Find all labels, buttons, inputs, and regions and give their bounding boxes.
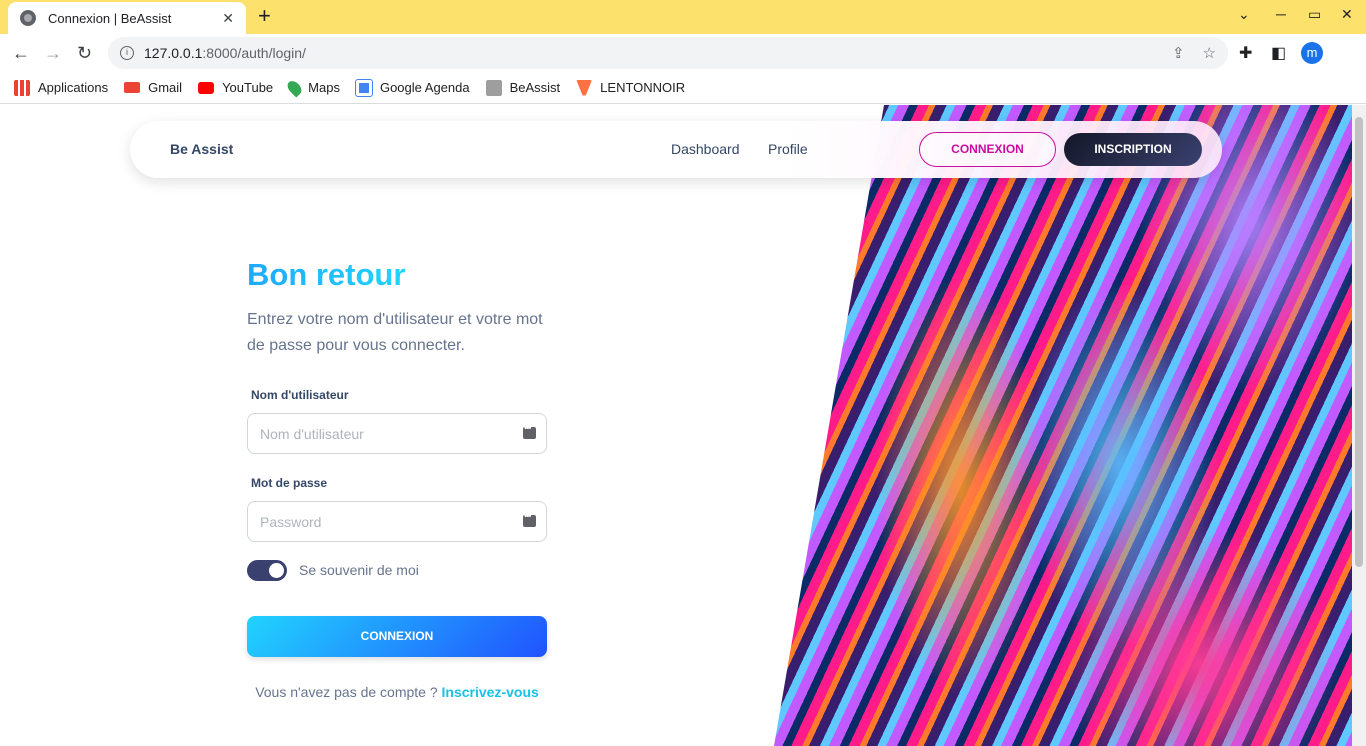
- page-title: Bon retour: [247, 257, 406, 292]
- forward-icon[interactable]: →: [44, 42, 62, 64]
- reload-icon[interactable]: ↻: [77, 42, 92, 64]
- url-text[interactable]: 127.0.0.1:8000/auth/login/: [144, 45, 1154, 61]
- site-navbar: Be Assist Dashboard Profile CONNEXION IN…: [130, 121, 1222, 178]
- apps-grid-icon: [14, 79, 30, 96]
- page-subtitle: Entrez votre nom d'utilisateur et votre …: [247, 311, 543, 354]
- browser-tab[interactable]: Connexion | BeAssist ✕: [8, 2, 246, 34]
- password-placeholder: Password: [260, 513, 322, 530]
- bookmark-applications[interactable]: Applications: [14, 79, 108, 96]
- nav-link-dashboard[interactable]: Dashboard: [671, 141, 740, 157]
- site-info-icon[interactable]: i: [120, 46, 134, 60]
- login-submit-button[interactable]: CONNEXION: [247, 616, 547, 657]
- tab-title: Connexion | BeAssist: [48, 10, 172, 26]
- maximize-button[interactable]: ▭: [1308, 6, 1321, 23]
- browser-toolbar: ← → ↻ i 127.0.0.1:8000/auth/login/ ⇪ ☆ ✚…: [0, 34, 1366, 72]
- calendar-icon: [354, 78, 373, 97]
- brand-logo[interactable]: Be Assist: [170, 141, 233, 157]
- share-icon[interactable]: ⇪: [1172, 44, 1185, 62]
- toggle-knob: [269, 563, 284, 578]
- signup-text: Vous n'avez pas de compte ?: [255, 684, 438, 700]
- maps-pin-icon: [285, 77, 305, 98]
- page-content: Be Assist Dashboard Profile CONNEXION IN…: [0, 105, 1366, 746]
- close-window-button[interactable]: ✕: [1341, 6, 1353, 23]
- connexion-button[interactable]: CONNEXION: [919, 132, 1056, 167]
- nav-link-profile[interactable]: Profile: [768, 141, 808, 157]
- abstract-background-image: [774, 105, 1352, 746]
- back-icon[interactable]: ←: [12, 42, 30, 64]
- page-scrollbar[interactable]: [1352, 105, 1366, 746]
- username-placeholder: Nom d'utilisateur: [260, 425, 364, 442]
- autofill-key-icon[interactable]: [523, 511, 536, 527]
- youtube-icon: [198, 81, 215, 94]
- signup-prompt: Vous n'avez pas de compte ? Inscrivez-vo…: [247, 684, 547, 700]
- tab-strip: Connexion | BeAssist ✕ + ⌄ ─ ▭ ✕: [0, 0, 1366, 34]
- side-panel-icon[interactable]: ◧: [1271, 43, 1286, 63]
- gmail-icon: [124, 82, 141, 93]
- remember-me-label[interactable]: Se souvenir de moi: [299, 562, 419, 578]
- bookmark-beassist[interactable]: BeAssist: [485, 79, 560, 96]
- tab-search-icon[interactable]: ⌄: [1238, 6, 1250, 23]
- beassist-icon: [485, 79, 502, 96]
- funnel-icon: [576, 79, 593, 96]
- signup-link[interactable]: Inscrivez-vous: [442, 684, 539, 700]
- new-tab-button[interactable]: +: [258, 4, 271, 28]
- globe-icon: [20, 10, 36, 26]
- username-input[interactable]: Nom d'utilisateur: [247, 413, 547, 454]
- password-label: Mot de passe: [251, 476, 328, 490]
- bookmark-gmail[interactable]: Gmail: [124, 80, 182, 95]
- bookmarks-bar: Applications Gmail YouTube Maps Google A…: [0, 72, 1366, 104]
- bookmark-youtube[interactable]: YouTube: [198, 80, 273, 95]
- inscription-button[interactable]: INSCRIPTION: [1064, 133, 1202, 166]
- tab-close-icon[interactable]: ✕: [222, 10, 234, 27]
- address-bar[interactable]: i 127.0.0.1:8000/auth/login/ ⇪ ☆: [108, 37, 1228, 69]
- bookmark-maps[interactable]: Maps: [285, 77, 340, 98]
- remember-me-toggle[interactable]: [247, 560, 287, 581]
- autofill-key-icon[interactable]: [523, 423, 536, 439]
- username-label: Nom d'utilisateur: [251, 388, 349, 402]
- minimize-button[interactable]: ─: [1276, 6, 1286, 22]
- bookmark-star-icon[interactable]: ☆: [1203, 44, 1216, 62]
- password-input[interactable]: Password: [247, 501, 547, 542]
- profile-avatar[interactable]: m: [1301, 42, 1323, 64]
- bookmark-google-agenda[interactable]: Google Agenda: [354, 78, 470, 97]
- scrollbar-thumb[interactable]: [1355, 117, 1363, 567]
- extensions-icon[interactable]: ✚: [1239, 43, 1252, 63]
- bookmark-lentonnoir[interactable]: LENTONNOIR: [576, 79, 685, 96]
